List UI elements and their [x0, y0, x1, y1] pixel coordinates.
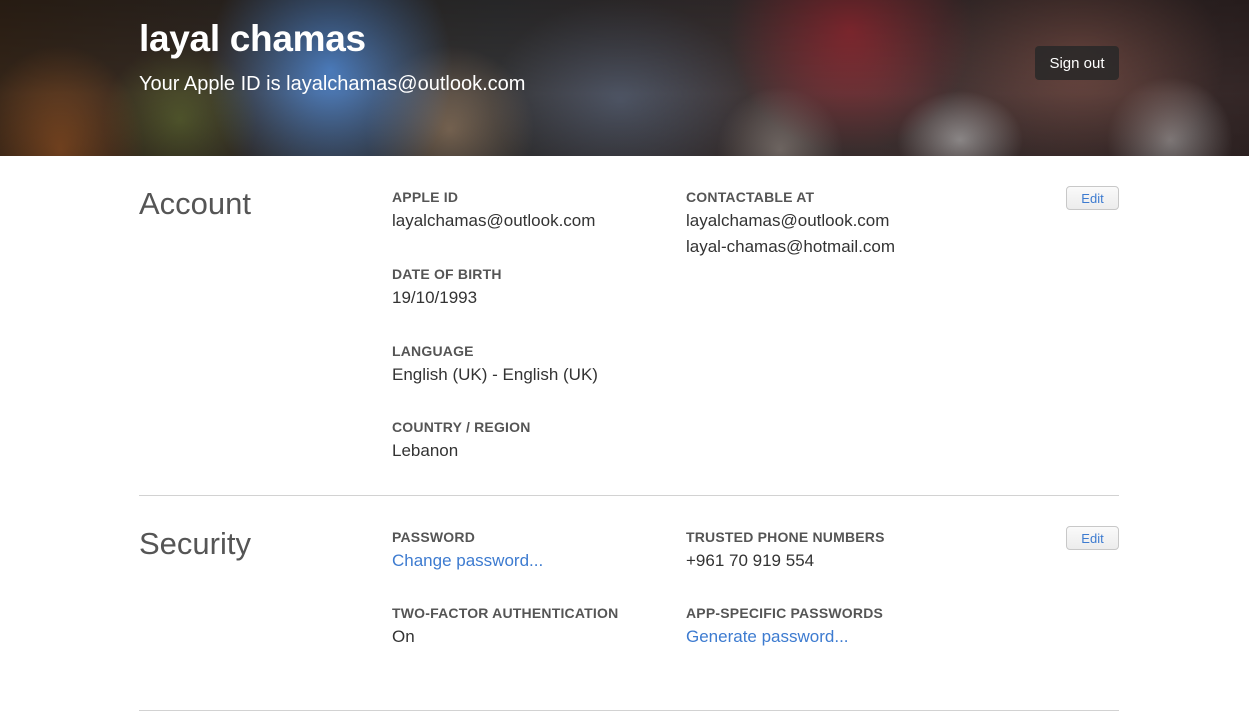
contactable-email-1: layalchamas@outlook.com — [686, 211, 890, 230]
two-factor-label: TWO-FACTOR AUTHENTICATION — [392, 605, 619, 621]
trusted-phone-label: TRUSTED PHONE NUMBERS — [686, 529, 885, 545]
security-edit-button[interactable]: Edit — [1066, 526, 1119, 550]
password-label: PASSWORD — [392, 529, 476, 545]
two-factor-value: On — [392, 627, 415, 646]
language-label: LANGUAGE — [392, 343, 474, 359]
country-region-value: Lebanon — [392, 441, 459, 460]
change-password-link[interactable]: Change password... — [392, 551, 543, 571]
section-divider — [139, 495, 1119, 496]
account-section-title: Account — [139, 186, 252, 221]
security-section-title: Security — [139, 526, 251, 561]
language-value: English (UK) - English (UK) — [392, 365, 598, 384]
section-divider — [139, 710, 1119, 711]
contactable-at-label: CONTACTABLE AT — [686, 189, 815, 205]
security-section: Security PASSWORD Change password... TWO… — [139, 526, 1119, 676]
app-specific-passwords-label: APP-SPECIFIC PASSWORDS — [686, 605, 884, 621]
apple-id-value: layalchamas@outlook.com — [392, 211, 596, 230]
date-of-birth-value: 19/10/1993 — [392, 288, 478, 307]
country-region-label: COUNTRY / REGION — [392, 419, 531, 435]
date-of-birth-label: DATE OF BIRTH — [392, 266, 502, 282]
sign-out-button[interactable]: Sign out — [1035, 46, 1119, 80]
account-edit-button[interactable]: Edit — [1066, 186, 1119, 210]
contactable-email-2: layal-chamas@hotmail.com — [686, 237, 896, 256]
trusted-phone-value: +961 70 919 554 — [686, 551, 815, 570]
account-section: Account APPLE ID layalchamas@outlook.com… — [139, 186, 1119, 476]
profile-header: layal chamas Your Apple ID is layalchama… — [0, 0, 1249, 156]
generate-password-link[interactable]: Generate password... — [686, 627, 849, 647]
user-name: layal chamas — [139, 18, 366, 59]
apple-id-label: APPLE ID — [392, 189, 459, 205]
apple-id-subtitle: Your Apple ID is layalchamas@outlook.com — [139, 73, 526, 95]
